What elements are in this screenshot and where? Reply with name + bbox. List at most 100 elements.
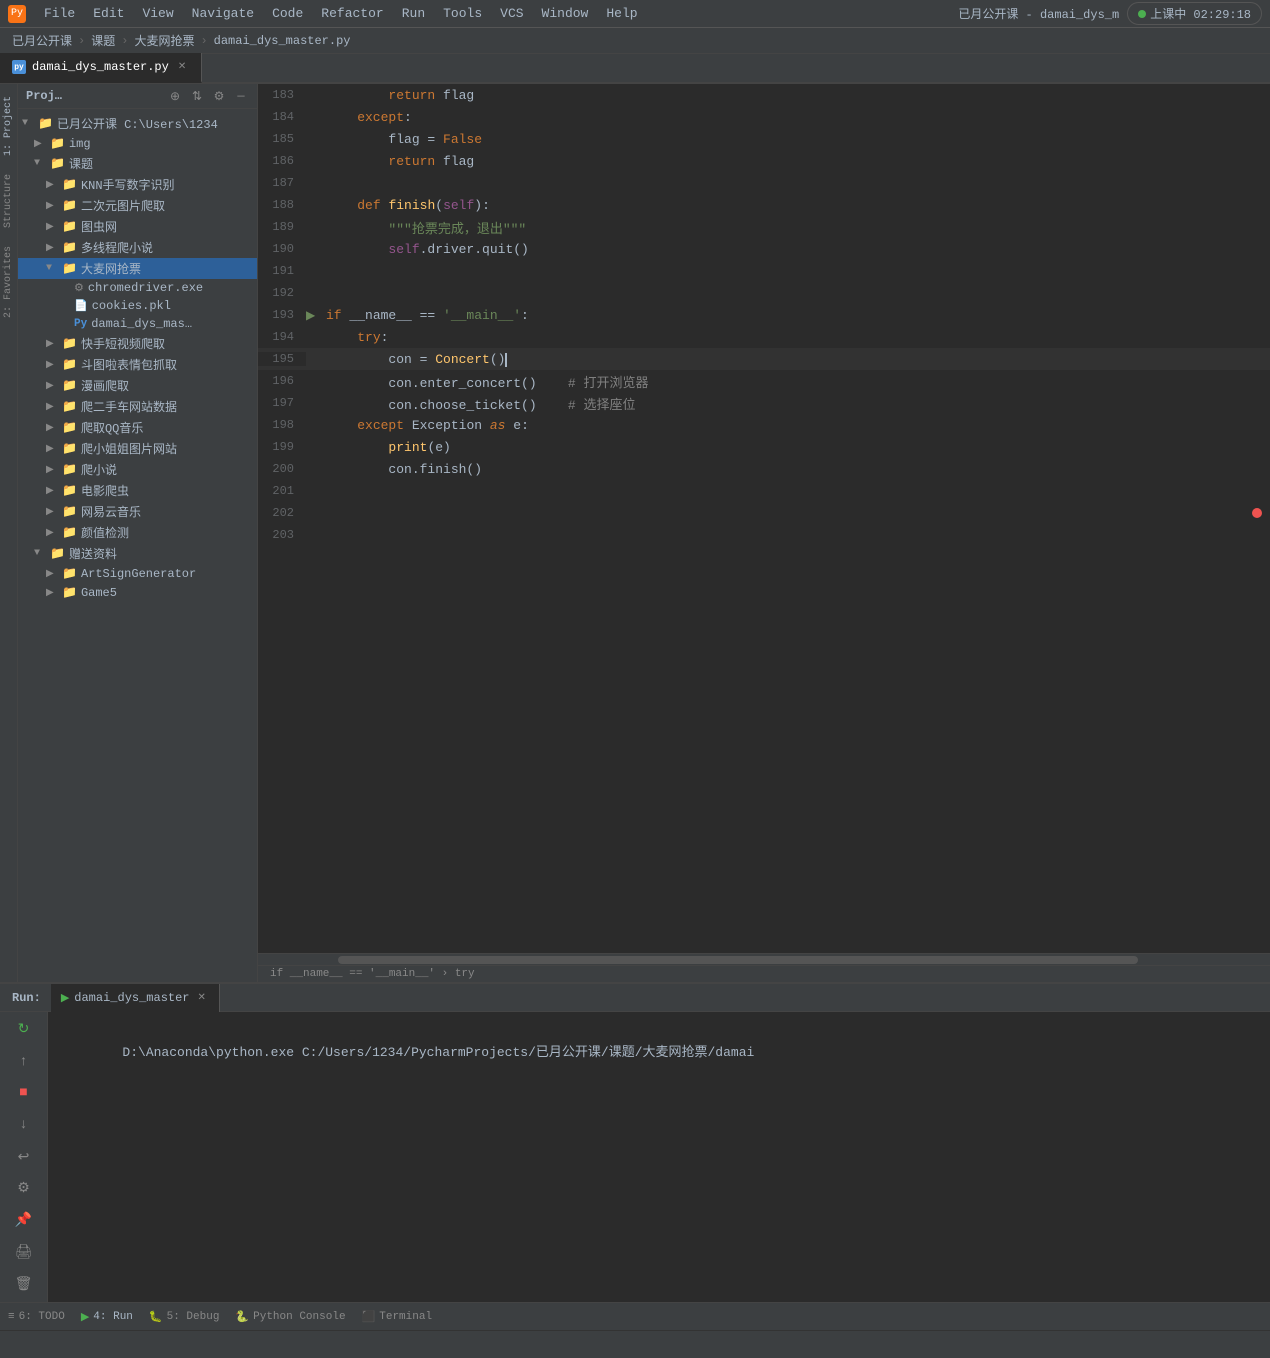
tree-knn[interactable]: ▶ 📁 KNN手写数字识别 (18, 174, 257, 195)
tree-car[interactable]: ▶ 📁 爬二手车网站数据 (18, 396, 257, 417)
line-content-186: return flag (322, 154, 1270, 169)
tree-artsign[interactable]: ▶ 📁 ArtSignGenerator (18, 564, 257, 583)
hscroll-bar[interactable] (258, 953, 1270, 965)
run-settings-button[interactable]: ⚙ (12, 1177, 36, 1201)
run-rerun-button[interactable]: ↻ (12, 1018, 36, 1042)
run-tab-close[interactable]: ✕ (195, 991, 209, 1005)
breadcrumb-part-1[interactable]: 已月公开课 (12, 32, 72, 49)
line-content-188: def finish(self): (322, 198, 1270, 213)
tree-multithread[interactable]: ▶ 📁 多线程爬小说 (18, 237, 257, 258)
tab-py-icon: py (12, 60, 26, 74)
line-content-198: except Exception as e: (322, 418, 1270, 433)
run-icon-btn: ▶ (81, 1310, 89, 1324)
breadcrumb-sep-2: › (121, 34, 128, 48)
hscroll-thumb[interactable] (338, 956, 1138, 964)
code-container[interactable]: 183 return flag 184 except: 185 flag = F… (258, 84, 1270, 953)
left-tab-project[interactable]: 1: Project (1, 88, 16, 164)
run-tab-damai[interactable]: ▶ damai_dys_master ✕ (51, 984, 220, 1012)
menu-refactor[interactable]: Refactor (313, 4, 391, 23)
bottom-tab-debug[interactable]: 🐛 5: Debug (149, 1310, 220, 1324)
tree-anime[interactable]: ▶ 📁 二次元图片爬取 (18, 195, 257, 216)
terminal-output[interactable]: D:\Anaconda\python.exe C:/Users/1234/Pyc… (48, 1012, 1270, 1302)
tree-manga[interactable]: ▶ 📁 漫画爬取 (18, 375, 257, 396)
menu-edit[interactable]: Edit (85, 4, 132, 23)
run-label: Run: (4, 991, 49, 1005)
run-pin-button[interactable]: 📌 (12, 1209, 36, 1233)
tree-novel[interactable]: ▶ 📁 爬小说 (18, 459, 257, 480)
tree-tuchong[interactable]: ▶ 📁 图虫网 (18, 216, 257, 237)
menu-run[interactable]: Run (394, 4, 433, 23)
tree-kuaishou[interactable]: ▶ 📁 快手短视频爬取 (18, 333, 257, 354)
anime-arrow: ▶ (46, 200, 58, 212)
tree-gift[interactable]: ▼ 📁 赠送资料 (18, 543, 257, 564)
menu-view[interactable]: View (134, 4, 181, 23)
project-new-folder-icon[interactable]: ⊕ (167, 88, 183, 104)
car-folder-icon: 📁 (62, 399, 77, 414)
editor-tab-0[interactable]: py damai_dys_master.py ✕ (0, 53, 202, 83)
bottom-tab-python-console[interactable]: 🐍 Python Console (235, 1310, 345, 1324)
bottom-tab-run[interactable]: ▶ 4: Run (81, 1310, 133, 1324)
menu-vcs[interactable]: VCS (492, 4, 531, 23)
run-wrap-button[interactable]: ↩ (12, 1145, 36, 1169)
run-scroll-down-button[interactable]: ↓ (12, 1113, 36, 1137)
menu-help[interactable]: Help (598, 4, 645, 23)
tree-movie[interactable]: ▶ 📁 电影爬虫 (18, 480, 257, 501)
cookies-file-icon: 📄 (74, 299, 88, 313)
editor-area: 183 return flag 184 except: 185 flag = F… (258, 84, 1270, 982)
menu-bar: Py File Edit View Navigate Code Refactor… (0, 0, 1270, 28)
run-scroll-up-button[interactable]: ↑ (12, 1050, 36, 1074)
code-line-199: 199 print(e) (258, 436, 1270, 458)
run-tab-label: damai_dys_master (74, 991, 189, 1005)
code-line-200: 200 con.finish() (258, 458, 1270, 480)
run-trash-button[interactable]: 🗑 (12, 1272, 36, 1296)
tree-qq[interactable]: ▶ 📁 爬取QQ音乐 (18, 417, 257, 438)
left-tab-favorites[interactable]: 2: Favorites (1, 238, 16, 326)
code-line-183: 183 return flag (258, 84, 1270, 106)
menu-navigate[interactable]: Navigate (184, 4, 262, 23)
tree-root[interactable]: ▼ 📁 已月公开课 C:\Users\1234 (18, 113, 257, 134)
run-print-button[interactable]: 🖨 (12, 1240, 36, 1264)
tree-girl[interactable]: ▶ 📁 爬小姐姐图片网站 (18, 438, 257, 459)
project-collapse-icon[interactable]: — (233, 88, 249, 104)
gift-folder-icon: 📁 (50, 546, 65, 561)
project-settings-icon[interactable]: ⚙ (211, 88, 227, 104)
code-line-189: 189 """抢票完成，退出""" (258, 216, 1270, 238)
menu-file[interactable]: File (36, 4, 83, 23)
left-tab-structure[interactable]: Structure (1, 166, 16, 236)
status-time: 上课中 02:29:18 (1150, 5, 1251, 22)
girl-label: 爬小姐姐图片网站 (81, 440, 177, 457)
bottom-tab-terminal[interactable]: ⬛ Terminal (362, 1310, 433, 1324)
project-sync-icon[interactable]: ⇅ (189, 88, 205, 104)
tree-face[interactable]: ▶ 📁 颜值检测 (18, 522, 257, 543)
tree-damai-py[interactable]: Py damai_dys_mas… (18, 315, 257, 333)
bottom-tab-todo[interactable]: ≡ 6: TODO (8, 1311, 65, 1323)
line-num-191: 191 (258, 264, 306, 278)
tuchong-arrow: ▶ (46, 221, 58, 233)
tree-damai[interactable]: ▼ 📁 大麦网抢票 (18, 258, 257, 279)
menu-window[interactable]: Window (534, 4, 597, 23)
main-layout: 1: Project Structure 2: Favorites Proj… … (0, 84, 1270, 982)
menu-code[interactable]: Code (264, 4, 311, 23)
window-title: 已月公开课 - damai_dys_m (958, 5, 1119, 22)
tab-bar: py damai_dys_master.py ✕ (0, 54, 1270, 84)
code-line-184: 184 except: (258, 106, 1270, 128)
kuaishou-folder-icon: 📁 (62, 336, 77, 351)
tab-close-0[interactable]: ✕ (175, 60, 189, 74)
menu-tools[interactable]: Tools (435, 4, 490, 23)
code-line-197: 197 con.choose_ticket() # 选择座位 (258, 392, 1270, 414)
breadcrumb-part-2[interactable]: 课题 (91, 32, 115, 49)
tree-chromedriver[interactable]: ⚙ chromedriver.exe (18, 279, 257, 297)
tree-music[interactable]: ▶ 📁 网易云音乐 (18, 501, 257, 522)
breadcrumb-part-4[interactable]: damai_dys_master.py (214, 34, 351, 48)
left-tabs: 1: Project Structure 2: Favorites (0, 84, 18, 982)
run-stop-button[interactable]: ■ (12, 1082, 36, 1106)
root-folder-icon: 📁 (38, 116, 53, 131)
run-label-btn: 4: Run (93, 1311, 133, 1323)
tree-cookies[interactable]: 📄 cookies.pkl (18, 297, 257, 315)
tree-game5[interactable]: ▶ 📁 Game5 (18, 583, 257, 602)
tree-ketai[interactable]: ▼ 📁 课题 (18, 153, 257, 174)
tree-img[interactable]: ▶ 📁 img (18, 134, 257, 153)
manga-folder-icon: 📁 (62, 378, 77, 393)
breadcrumb-part-3[interactable]: 大麦网抢票 (134, 32, 194, 49)
tree-doutula[interactable]: ▶ 📁 斗图啦表情包抓取 (18, 354, 257, 375)
